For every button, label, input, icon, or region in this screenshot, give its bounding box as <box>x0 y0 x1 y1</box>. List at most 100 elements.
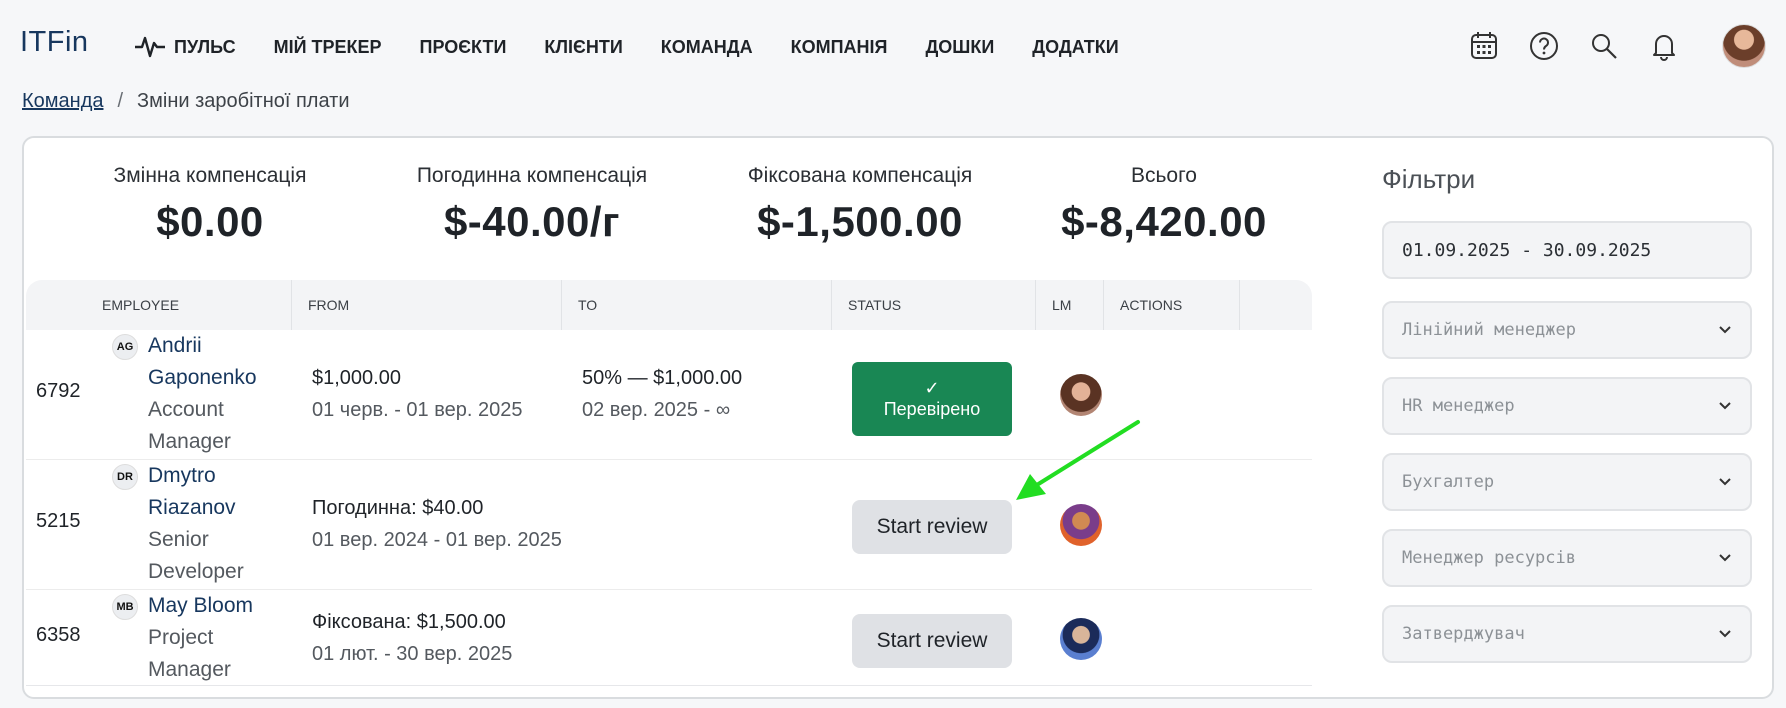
from-cell: $1,000.00 01 черв. - 01 вер. 2025 <box>312 362 522 426</box>
bell-icon[interactable] <box>1648 30 1680 62</box>
employee-name[interactable]: Gaponenko <box>148 362 257 394</box>
accountant-select[interactable]: Бухгалтер <box>1382 453 1752 511</box>
select-placeholder: Бухгалтер <box>1402 472 1495 492</box>
summary-fixed: Фіксована компенсація $-1,500.00 <box>700 164 1020 246</box>
nav-label: КОМАНДА <box>660 36 753 57</box>
employee-role: Senior <box>148 528 209 551</box>
summary-variable: Змінна компенсація $0.00 <box>80 164 340 246</box>
employee-id: 5215 <box>36 510 81 532</box>
select-placeholder: Затверджувач <box>1402 624 1525 644</box>
nav-item-pulse[interactable]: ПУЛЬС <box>134 34 236 60</box>
employee-role: Developer <box>148 560 244 583</box>
employee-role: Account <box>148 398 224 421</box>
line-manager-select[interactable]: Лінійний менеджер <box>1382 301 1752 359</box>
from-cell: Погодинна: $40.00 01 вер. 2024 - 01 вер.… <box>312 492 562 556</box>
start-review-button[interactable]: Start review <box>852 614 1012 668</box>
nav-label: МІЙ ТРЕКЕР <box>273 36 382 57</box>
salary-changes-card: Змінна компенсація $0.00 Погодинна компе… <box>22 136 1774 699</box>
line-manager-avatar[interactable] <box>1060 504 1102 546</box>
nav-item-company[interactable]: КОМПАНІЯ <box>791 37 888 58</box>
from-amount: Погодинна: $40.00 <box>312 497 484 519</box>
nav-label: ДОДАТКИ <box>1032 36 1119 57</box>
table-row[interactable]: 6358 MB May Bloom Project Manager Фіксов… <box>26 590 1312 686</box>
top-navigation: ITFin ПУЛЬС МІЙ ТРЕКЕР ПРОЄКТИ КЛІЄНТИ К… <box>0 8 1786 86</box>
employee-name[interactable]: May Bloom <box>148 590 253 622</box>
select-placeholder: Менеджер ресурсів <box>1402 548 1576 568</box>
filters-panel: Фільтри 01.09.2025 - 30.09.2025 Лінійний… <box>1382 164 1754 681</box>
nav-item-boards[interactable]: ДОШКИ <box>925 37 994 58</box>
employee-initials-badge: DR <box>112 464 138 490</box>
breadcrumb-current: Зміни заробітної плати <box>137 90 350 112</box>
nav-label: ПУЛЬС <box>174 36 236 57</box>
summary-hourly: Погодинна компенсація $-40.00/г <box>382 164 682 246</box>
status-label: Перевірено <box>883 399 981 419</box>
column-header-lm[interactable]: LM <box>1036 280 1104 330</box>
app-logo[interactable]: ITFin <box>20 26 89 59</box>
start-review-button[interactable]: Start review <box>852 500 1012 554</box>
chevron-down-icon <box>1719 402 1731 410</box>
chevron-down-icon <box>1719 478 1731 486</box>
chevron-down-icon <box>1719 630 1731 638</box>
summary-label: Всього <box>1130 164 1197 187</box>
search-icon[interactable] <box>1588 30 1620 62</box>
breadcrumb: Команда / Зміни заробітної плати <box>22 90 350 113</box>
employee-name[interactable]: Riazanov <box>148 492 244 524</box>
summary-value: $-8,420.00 <box>1061 198 1267 245</box>
top-icons <box>1440 24 1766 68</box>
nav-label: ДОШКИ <box>925 36 995 57</box>
user-avatar[interactable] <box>1722 24 1766 68</box>
employee-initials-badge: MB <box>112 594 138 620</box>
select-placeholder: Лінійний менеджер <box>1402 320 1576 340</box>
summary-label: Фіксована компенсація <box>747 164 973 187</box>
chevron-down-icon <box>1719 554 1731 562</box>
filters-title: Фільтри <box>1382 164 1476 194</box>
employee-id: 6358 <box>36 624 81 646</box>
date-range-value: 01.09.2025 - 30.09.2025 <box>1402 239 1652 261</box>
column-header-status[interactable]: STATUS <box>832 280 1036 330</box>
date-range-input[interactable]: 01.09.2025 - 30.09.2025 <box>1382 221 1752 279</box>
nav-item-clients[interactable]: КЛІЄНТИ <box>544 37 622 58</box>
nav-item-team[interactable]: КОМАНДА <box>661 37 753 58</box>
employee-role: Manager <box>148 430 231 453</box>
chevron-down-icon <box>1719 326 1731 334</box>
employee-cell: Andrii Gaponenko Account Manager <box>148 330 257 458</box>
summary-label: Погодинна компенсація <box>416 164 648 187</box>
employee-cell: Dmytro Riazanov Senior Developer <box>148 460 244 588</box>
line-manager-avatar[interactable] <box>1060 618 1102 660</box>
hr-manager-select[interactable]: HR менеджер <box>1382 377 1752 435</box>
compensation-summary: Змінна компенсація $0.00 Погодинна компе… <box>24 164 1314 274</box>
approver-select[interactable]: Затверджувач <box>1382 605 1752 663</box>
help-icon[interactable] <box>1528 30 1560 62</box>
line-manager-avatar[interactable] <box>1060 374 1102 416</box>
nav-label: КЛІЄНТИ <box>544 36 623 57</box>
to-cell: 50% — $1,000.00 02 вер. 2025 - ∞ <box>582 362 742 426</box>
employee-name[interactable]: Dmytro <box>148 460 244 492</box>
nav-item-projects[interactable]: ПРОЄКТИ <box>420 37 507 58</box>
column-header-to[interactable]: TO <box>562 280 832 330</box>
verified-status-button[interactable]: ✓ Перевірено <box>852 362 1012 436</box>
annotation-arrow-icon <box>1016 420 1140 500</box>
breadcrumb-separator: / <box>117 90 124 112</box>
column-header-actions[interactable]: ACTIONS <box>1104 280 1240 330</box>
employee-name[interactable]: Andrii <box>148 330 257 362</box>
from-period: 01 лют. - 30 вер. 2025 <box>312 643 513 665</box>
resource-manager-select[interactable]: Менеджер ресурсів <box>1382 529 1752 587</box>
from-amount: $1,000.00 <box>312 367 401 389</box>
column-header-employee[interactable]: EMPLOYEE <box>86 280 292 330</box>
to-amount: 50% — $1,000.00 <box>582 367 743 389</box>
calendar-icon[interactable] <box>1468 30 1500 62</box>
from-period: 01 черв. - 01 вер. 2025 <box>312 399 523 421</box>
main-nav: ПУЛЬС МІЙ ТРЕКЕР ПРОЄКТИ КЛІЄНТИ КОМАНДА… <box>134 34 1157 60</box>
nav-item-addons[interactable]: ДОДАТКИ <box>1032 37 1118 58</box>
column-header-from[interactable]: FROM <box>292 280 562 330</box>
employee-id: 6792 <box>36 380 81 402</box>
employee-initials-badge: AG <box>112 334 138 360</box>
nav-item-my-tracker[interactable]: МІЙ ТРЕКЕР <box>274 37 382 58</box>
select-placeholder: HR менеджер <box>1402 396 1515 416</box>
nav-label: КОМПАНІЯ <box>790 36 888 57</box>
employee-role: Project <box>148 626 214 649</box>
nav-label: ПРОЄКТИ <box>419 36 507 57</box>
breadcrumb-link-team[interactable]: Команда <box>22 90 103 113</box>
to-period: 02 вер. 2025 - ∞ <box>582 399 731 421</box>
employee-role: Manager <box>148 658 231 681</box>
